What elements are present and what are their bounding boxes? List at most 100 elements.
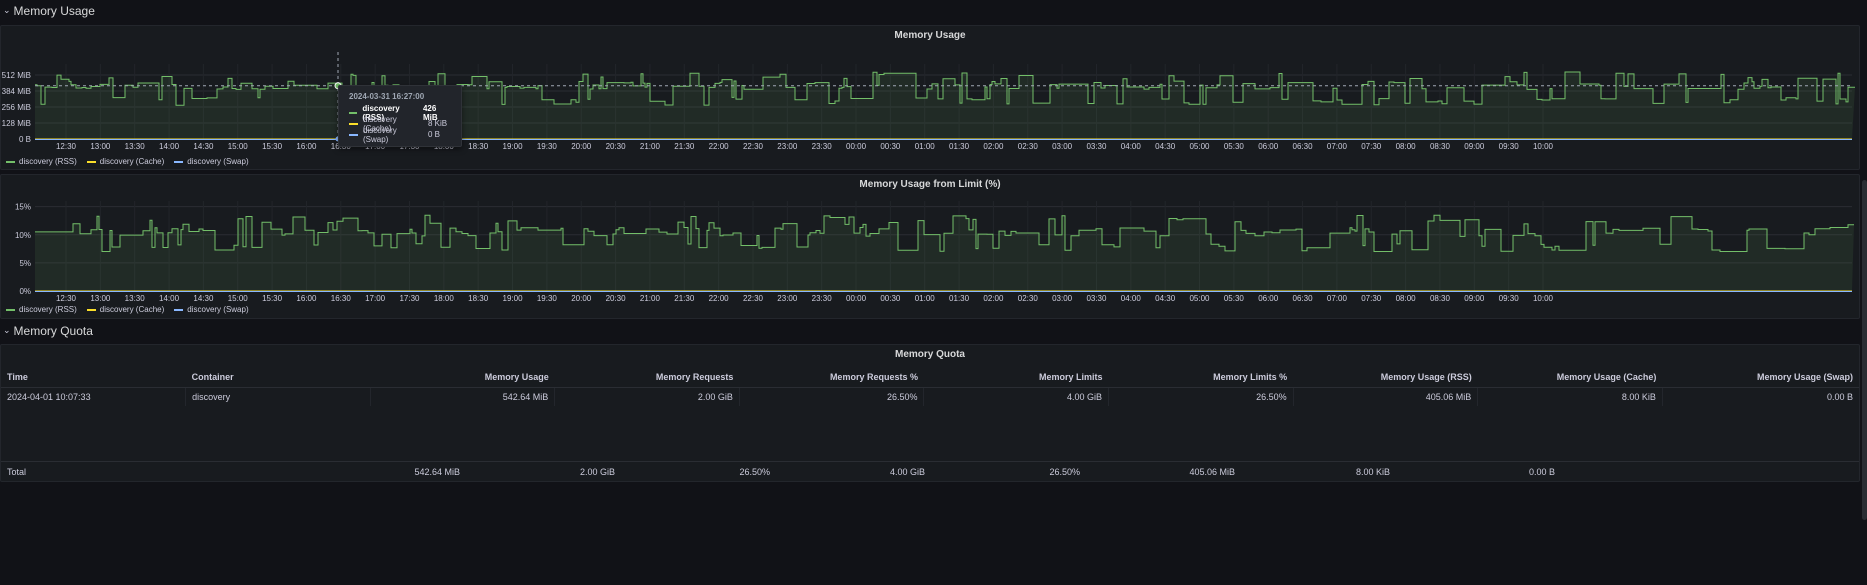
x-tick-label: 03:30 xyxy=(1086,142,1107,151)
row-title: Memory Quota xyxy=(13,324,93,338)
footer-cell: Total xyxy=(7,467,27,477)
legend-item-cache[interactable]: discovery (Cache) xyxy=(86,157,164,166)
table-footer: Total 542.64 MiB 2.00 GiB 26.50% 4.00 Gi… xyxy=(1,461,1859,481)
series-area-rss xyxy=(35,215,1854,291)
table-cell: 2.00 GiB xyxy=(554,387,740,406)
x-tick-label: 04:00 xyxy=(1121,294,1142,303)
y-tick-label: 10% xyxy=(15,231,31,240)
memory-usage-chart[interactable]: 0 B 128 MiB 256 MiB 384 MiB 512 MiB 12:30 13:0… xyxy=(1,26,1861,171)
x-tick-label: 21:00 xyxy=(640,294,661,303)
legend-item-cache[interactable]: discovery (Cache) xyxy=(86,305,164,314)
footer-cell: 4.00 GiB xyxy=(889,467,925,477)
x-tick-label: 13:00 xyxy=(90,294,111,303)
x-tick-label: 04:00 xyxy=(1121,142,1142,151)
series-area-rss xyxy=(35,72,1855,139)
x-tick-label: 15:00 xyxy=(228,294,249,303)
x-tick-label: 23:00 xyxy=(777,142,798,151)
x-tick-label: 23:00 xyxy=(777,294,798,303)
x-tick-label: 07:00 xyxy=(1327,142,1348,151)
legend-item-rss[interactable]: discovery (RSS) xyxy=(6,157,77,166)
x-tick-label: 22:30 xyxy=(743,294,764,303)
x-tick-label: 13:30 xyxy=(125,142,146,151)
footer-cell: 542.64 MiB xyxy=(414,467,460,477)
memory-usage-limit-panel[interactable]: Memory Usage from Limit (%) 0% 5% 10% 15% 12… xyxy=(0,174,1860,319)
memory-limit-chart[interactable]: 0% 5% 10% 15% 12:30 13:00 13:30 14:00 14:30 15:00… xyxy=(1,175,1861,320)
x-tick-label: 12:30 xyxy=(56,142,77,151)
x-tick-label: 02:30 xyxy=(1018,294,1039,303)
x-tick-label: 09:30 xyxy=(1499,142,1520,151)
memory-quota-panel[interactable]: Memory Quota Time Container Memory Usage… xyxy=(0,344,1860,482)
x-tick-label: 10:00 xyxy=(1533,294,1554,303)
column-header[interactable]: Memory Limits xyxy=(923,367,1109,388)
x-tick-label: 23:30 xyxy=(812,294,833,303)
legend-item-swap[interactable]: discovery (Swap) xyxy=(174,305,249,314)
x-tick-label: 05:00 xyxy=(1189,142,1210,151)
x-tick-label: 13:30 xyxy=(125,294,146,303)
table-cell: 405.06 MiB xyxy=(1293,387,1479,406)
footer-cell: 8.00 KiB xyxy=(1355,467,1390,477)
row-header-memory-quota[interactable]: ⌄ Memory Quota xyxy=(0,320,93,342)
legend-item-swap[interactable]: discovery (Swap) xyxy=(174,157,249,166)
x-tick-label: 12:30 xyxy=(56,294,77,303)
x-tick-label: 17:00 xyxy=(365,294,386,303)
x-tick-label: 22:00 xyxy=(709,294,730,303)
x-tick-label: 21:00 xyxy=(640,142,661,151)
column-header[interactable]: Memory Requests % xyxy=(739,367,924,388)
x-tick-label: 16:00 xyxy=(296,294,317,303)
x-tick-label: 06:00 xyxy=(1258,294,1279,303)
x-tick-label: 08:00 xyxy=(1396,294,1417,303)
x-tick-label: 20:30 xyxy=(606,294,627,303)
column-header[interactable]: Memory Usage (RSS) xyxy=(1293,367,1478,388)
x-tick-label: 00:00 xyxy=(846,294,867,303)
x-tick-label: 22:00 xyxy=(709,142,730,151)
column-header[interactable]: Memory Limits % xyxy=(1108,367,1294,388)
column-header[interactable]: Memory Usage (Cache) xyxy=(1477,367,1663,388)
x-tick-label: 08:00 xyxy=(1396,142,1417,151)
x-tick-label: 10:00 xyxy=(1533,142,1554,151)
x-tick-label: 20:00 xyxy=(571,142,592,151)
x-tick-label: 22:30 xyxy=(743,142,764,151)
x-tick-label: 14:00 xyxy=(159,142,180,151)
tooltip-row-swap: discovery (Swap) 0 B xyxy=(349,126,451,144)
footer-cell: 26.50% xyxy=(739,467,770,477)
x-tick-label: 03:30 xyxy=(1086,294,1107,303)
x-tick-label: 02:00 xyxy=(983,142,1004,151)
legend-item-rss[interactable]: discovery (RSS) xyxy=(6,305,77,314)
x-tick-label: 19:30 xyxy=(537,142,558,151)
column-header[interactable]: Container xyxy=(185,367,371,388)
x-tick-label: 01:00 xyxy=(915,142,936,151)
x-tick-label: 07:30 xyxy=(1361,294,1382,303)
row-title: Memory Usage xyxy=(13,4,95,18)
y-tick-label: 256 MiB xyxy=(2,103,31,112)
column-header[interactable]: Memory Usage (Swap) xyxy=(1662,367,1859,388)
footer-cell: 0.00 B xyxy=(1528,467,1555,477)
scrollbar[interactable] xyxy=(1862,180,1867,520)
panel-title: Memory Quota xyxy=(894,349,965,360)
x-tick-label: 09:00 xyxy=(1464,142,1485,151)
x-tick-label: 16:30 xyxy=(331,294,352,303)
x-tick-label: 09:30 xyxy=(1499,294,1520,303)
y-tick-label: 0% xyxy=(19,287,31,296)
y-tick-label: 5% xyxy=(19,259,31,268)
x-tick-label: 06:00 xyxy=(1258,142,1279,151)
memory-usage-panel[interactable]: Memory Usage 0 B 128 MiB 256 MiB 384 MiB 512… xyxy=(0,25,1860,170)
table-cell: 26.50% xyxy=(1108,387,1294,406)
x-tick-label: 14:30 xyxy=(193,142,214,151)
x-tick-label: 13:00 xyxy=(90,142,111,151)
x-tick-label: 20:00 xyxy=(571,294,592,303)
row-header-memory-usage[interactable]: ⌄ Memory Usage xyxy=(0,0,95,22)
x-tick-label: 19:00 xyxy=(503,294,524,303)
footer-cell: 2.00 GiB xyxy=(579,467,615,477)
column-header[interactable]: Memory Usage xyxy=(370,367,555,388)
table-cell: 8.00 KiB xyxy=(1477,387,1663,406)
x-tick-label: 00:30 xyxy=(880,294,901,303)
table-cell: 0.00 B xyxy=(1826,391,1853,402)
table-header: Time Container Memory Usage Memory Reque… xyxy=(1,367,1859,388)
table-cell: 26.50% xyxy=(739,387,925,406)
column-header[interactable]: Memory Requests xyxy=(554,367,740,388)
column-header[interactable]: Time xyxy=(1,367,186,388)
x-tick-label: 09:00 xyxy=(1464,294,1485,303)
x-tick-label: 21:30 xyxy=(674,294,695,303)
x-tick-label: 01:00 xyxy=(915,294,936,303)
x-tick-label: 08:30 xyxy=(1430,142,1451,151)
